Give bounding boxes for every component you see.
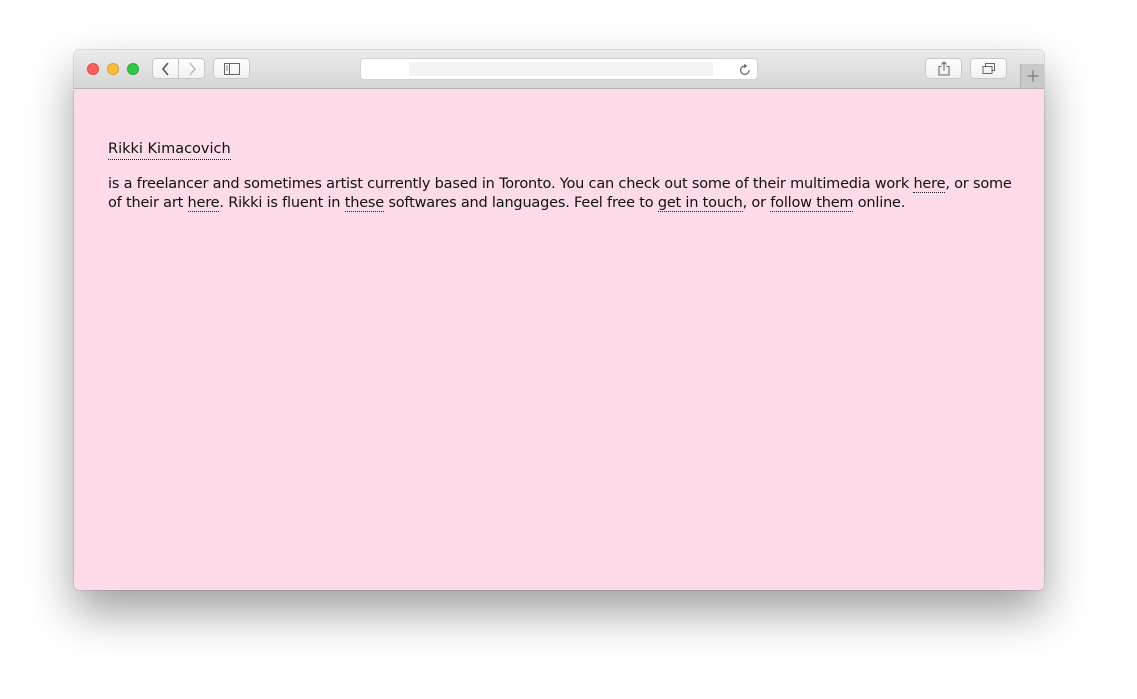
multimedia-work-link[interactable]: here (913, 176, 946, 193)
browser-window: Rikki Kimacovich is a freelancer and som… (74, 50, 1044, 590)
art-link[interactable]: here (187, 195, 220, 212)
plus-icon (1027, 70, 1038, 82)
skills-link[interactable]: these (344, 195, 384, 212)
minimize-window-button[interactable] (107, 63, 119, 75)
page-content: Rikki Kimacovich is a freelancer and som… (74, 89, 1044, 590)
share-button[interactable] (925, 58, 962, 79)
bio-text: softwares and languages. Feel free to (384, 195, 658, 211)
contact-link[interactable]: get in touch (657, 195, 743, 212)
browser-toolbar (74, 50, 1044, 89)
social-link[interactable]: follow them (770, 195, 854, 212)
chevron-left-icon (161, 61, 169, 76)
bio-text: is a freelancer and sometimes artist cur… (108, 176, 914, 192)
new-tab-button[interactable] (1020, 64, 1044, 88)
bio-paragraph: is a freelancer and sometimes artist cur… (108, 175, 1020, 213)
zoom-window-button[interactable] (127, 63, 139, 75)
tab-overview-button[interactable] (970, 58, 1007, 79)
back-button[interactable] (152, 58, 179, 79)
address-bar[interactable] (360, 58, 758, 80)
bio-text: . Rikki is fluent in (219, 195, 345, 211)
share-icon (937, 61, 950, 76)
forward-button[interactable] (178, 58, 205, 79)
tabs-overview-icon (982, 62, 995, 74)
name-link[interactable]: Rikki Kimacovich (108, 140, 231, 160)
close-window-button[interactable] (87, 63, 99, 75)
bio-text: online. (853, 195, 906, 211)
address-text (409, 62, 713, 76)
sidebar-toggle-button[interactable] (213, 58, 250, 79)
bio-text: , or (742, 195, 771, 211)
sidebar-icon (223, 62, 240, 75)
chevron-right-icon (188, 61, 196, 76)
reload-icon[interactable] (739, 63, 751, 76)
